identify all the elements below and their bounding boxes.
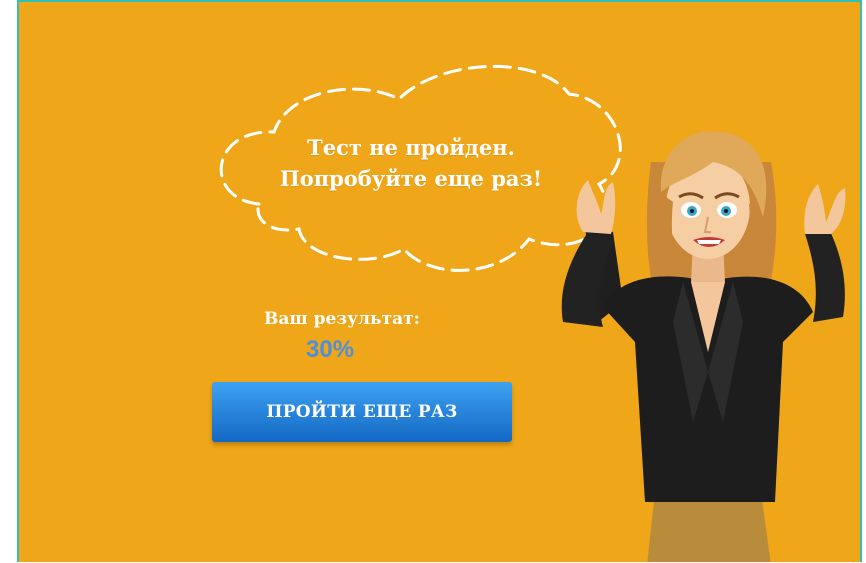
retry-button-label: ПРОЙТИ ЕЩЕ РАЗ bbox=[266, 402, 458, 422]
result-screen: Тест не пройден. Попробуйте еще раз! Ваш… bbox=[17, 0, 862, 562]
failure-message-line1: Тест не пройден. bbox=[307, 135, 515, 160]
failure-message: Тест не пройден. Попробуйте еще раз! bbox=[241, 132, 581, 194]
failure-message-line2: Попробуйте еще раз! bbox=[279, 166, 543, 191]
retry-button[interactable]: ПРОЙТИ ЕЩЕ РАЗ bbox=[212, 382, 512, 442]
surprised-woman-illustration bbox=[561, 131, 846, 562]
result-label: Ваш результат: bbox=[264, 309, 420, 329]
result-score: 30% bbox=[306, 336, 355, 363]
